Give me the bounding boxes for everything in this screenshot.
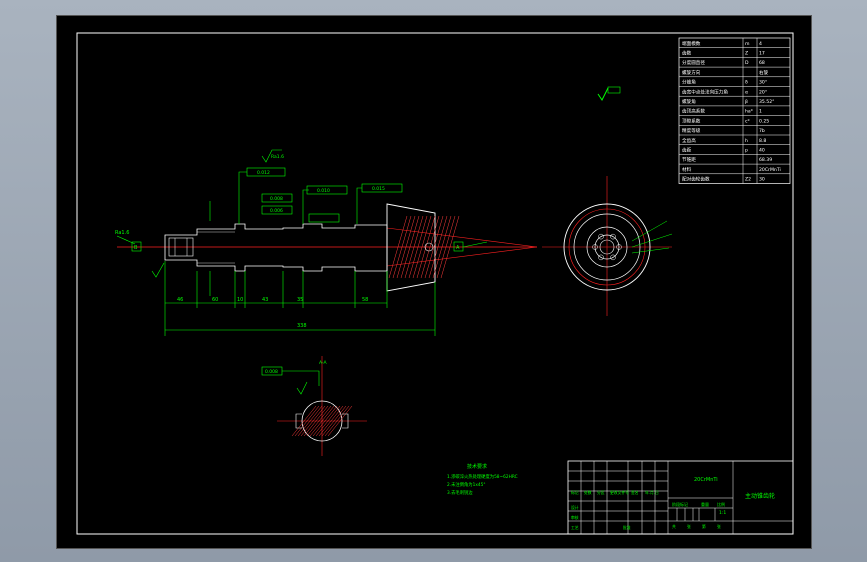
param-symbol: β xyxy=(745,99,748,105)
param-name: 齿顶高系数 xyxy=(682,108,705,115)
param-value: 4 xyxy=(759,41,762,47)
gear-end-view xyxy=(542,176,673,316)
param-value: 68.39 xyxy=(759,157,772,163)
drawing-name: 主动锥齿轮 xyxy=(745,492,775,500)
shaft-outline xyxy=(164,223,388,272)
section-tol: 0.008 xyxy=(265,369,278,375)
tb-sheet-4: 张 xyxy=(717,524,721,529)
dim-seg1: 46 xyxy=(177,297,183,303)
tol-5: 0.015 xyxy=(372,186,385,192)
param-name: 精度等级 xyxy=(682,127,701,134)
tb-label-4: 更改文件号 xyxy=(610,490,629,495)
tb-label-6: 年.月.日 xyxy=(645,490,659,495)
param-value: 17 xyxy=(759,51,765,57)
param-value: 右旋 xyxy=(759,69,769,76)
tb-sheet-3: 第 xyxy=(702,524,706,529)
param-name: 分度圆直径 xyxy=(682,59,705,66)
param-name: 螺旋角 xyxy=(682,98,696,105)
tb-label-1: 标记 xyxy=(571,490,579,495)
param-value: 1 xyxy=(759,109,762,115)
tech-notes-title: 技术要求 xyxy=(467,463,487,470)
stage-label: 阶段标记 xyxy=(672,501,688,507)
param-symbol: α xyxy=(745,90,748,95)
tech-note-3: 3.去毛刺锐边 xyxy=(447,489,473,496)
param-value: 20CrMnTi xyxy=(759,167,781,173)
dim-seg3: 10 xyxy=(237,297,243,303)
scale-value: 1:1 xyxy=(719,510,726,516)
roughness-left: Ra1.6 xyxy=(115,230,129,236)
param-value: 30 xyxy=(759,177,765,183)
tol-3: 0.006 xyxy=(270,208,283,214)
tol-1: 0.012 xyxy=(257,170,270,176)
param-value: 7b xyxy=(759,128,765,134)
tb-role-review: 审核 xyxy=(571,515,579,520)
cad-viewport[interactable]: 端面模数 m 4 齿数 Z 17 分度圆直径 D 68 螺旋方向 右旋分锥角 δ 30° 齿宽中点处法向压… xyxy=(56,15,812,549)
tol-4: 0.010 xyxy=(317,188,330,194)
param-name: 齿距 xyxy=(682,148,692,154)
scale-label: 比例 xyxy=(717,501,725,507)
param-name: 螺旋方向 xyxy=(682,69,701,76)
param-value: 30° xyxy=(759,80,767,86)
tech-notes: 技术要求 1.渗碳淬火热处理硬度为58~62HRC 2.未注倒角为1x45° 3… xyxy=(447,463,518,496)
param-name: 全齿高 xyxy=(682,137,696,144)
tech-note-1: 1.渗碳淬火热处理硬度为58~62HRC xyxy=(447,473,518,480)
param-name: 分锥角 xyxy=(682,79,696,86)
param-symbol: δ xyxy=(745,80,748,86)
tol-2: 0.008 xyxy=(270,196,283,202)
dim-seg5: 35 xyxy=(297,297,303,303)
tech-note-2: 2.未注倒角为1x45° xyxy=(447,481,485,488)
drawing-canvas: 端面模数 m 4 齿数 Z 17 分度圆直径 D 68 螺旋方向 右旋分锥角 δ 30° 齿宽中点处法向压… xyxy=(76,32,794,535)
tb-label-3: 分区 xyxy=(597,490,605,495)
param-symbol: h xyxy=(745,138,748,144)
material-cell: 20CrMnTi xyxy=(694,477,718,483)
param-name: 齿宽中点处法向压力角 xyxy=(682,88,728,95)
param-symbol: D xyxy=(745,60,749,66)
tb-role-approve: 批准 xyxy=(623,525,631,530)
param-symbol: Z2 xyxy=(745,177,751,183)
param-symbol: Z xyxy=(745,51,748,57)
tb-sheet-2: 张 xyxy=(687,524,691,529)
dim-seg6: 58 xyxy=(362,297,368,303)
param-symbol: m xyxy=(745,42,750,47)
param-value: 0.25 xyxy=(759,118,769,124)
datum-a: A xyxy=(456,245,460,251)
tb-role-design: 设计 xyxy=(571,505,579,510)
gear-head-outline xyxy=(386,203,436,292)
param-symbol: c* xyxy=(745,118,751,124)
param-value: 40 xyxy=(759,148,765,154)
dim-seg2: 60 xyxy=(212,297,218,303)
param-symbol: p xyxy=(745,149,748,154)
param-value: 35.52° xyxy=(759,99,774,105)
tb-sheet-1: 共 xyxy=(672,524,676,529)
dimension-texts: 338 46 60 10 43 35 58 Ra1.6 B A xyxy=(115,230,460,329)
param-value: 8.8 xyxy=(759,138,766,144)
section-label: A-A xyxy=(319,360,328,366)
gear-params-table: 端面模数 m 4 齿数 Z 17 分度圆直径 D 68 螺旋方向 右旋分锥角 δ 30° 齿宽中点处法向压… xyxy=(678,37,791,184)
runout-label: Ra1.6 xyxy=(271,154,284,160)
tb-role-process: 工艺 xyxy=(571,525,579,530)
param-name: 顶隙系数 xyxy=(682,117,701,124)
param-name: 配对齿轮齿数 xyxy=(682,176,710,183)
param-name: 端面模数 xyxy=(682,40,701,47)
tb-label-5: 签名 xyxy=(631,490,639,495)
param-name: 节锥距 xyxy=(682,156,696,163)
datum-b: B xyxy=(134,245,138,251)
shaft-main-view xyxy=(117,203,538,292)
weight-label: 重量 xyxy=(701,501,709,507)
section-view-aa: 0.008 A-A xyxy=(261,356,367,456)
tb-label-2: 处数 xyxy=(584,490,592,495)
param-value: 20° xyxy=(759,89,767,95)
param-name: 材料 xyxy=(682,166,692,173)
param-value: 68 xyxy=(759,60,765,66)
title-block: 主动锥齿轮 20CrMnTi 1:1 阶段标记 重量 比例 标记 处数 分区 更… xyxy=(567,460,794,535)
dim-seg4: 43 xyxy=(262,297,268,303)
param-name: 齿数 xyxy=(682,50,692,57)
dim-overall-length: 338 xyxy=(297,323,307,329)
param-symbol: ha* xyxy=(745,109,754,115)
roughness-symbol-top xyxy=(597,86,621,101)
